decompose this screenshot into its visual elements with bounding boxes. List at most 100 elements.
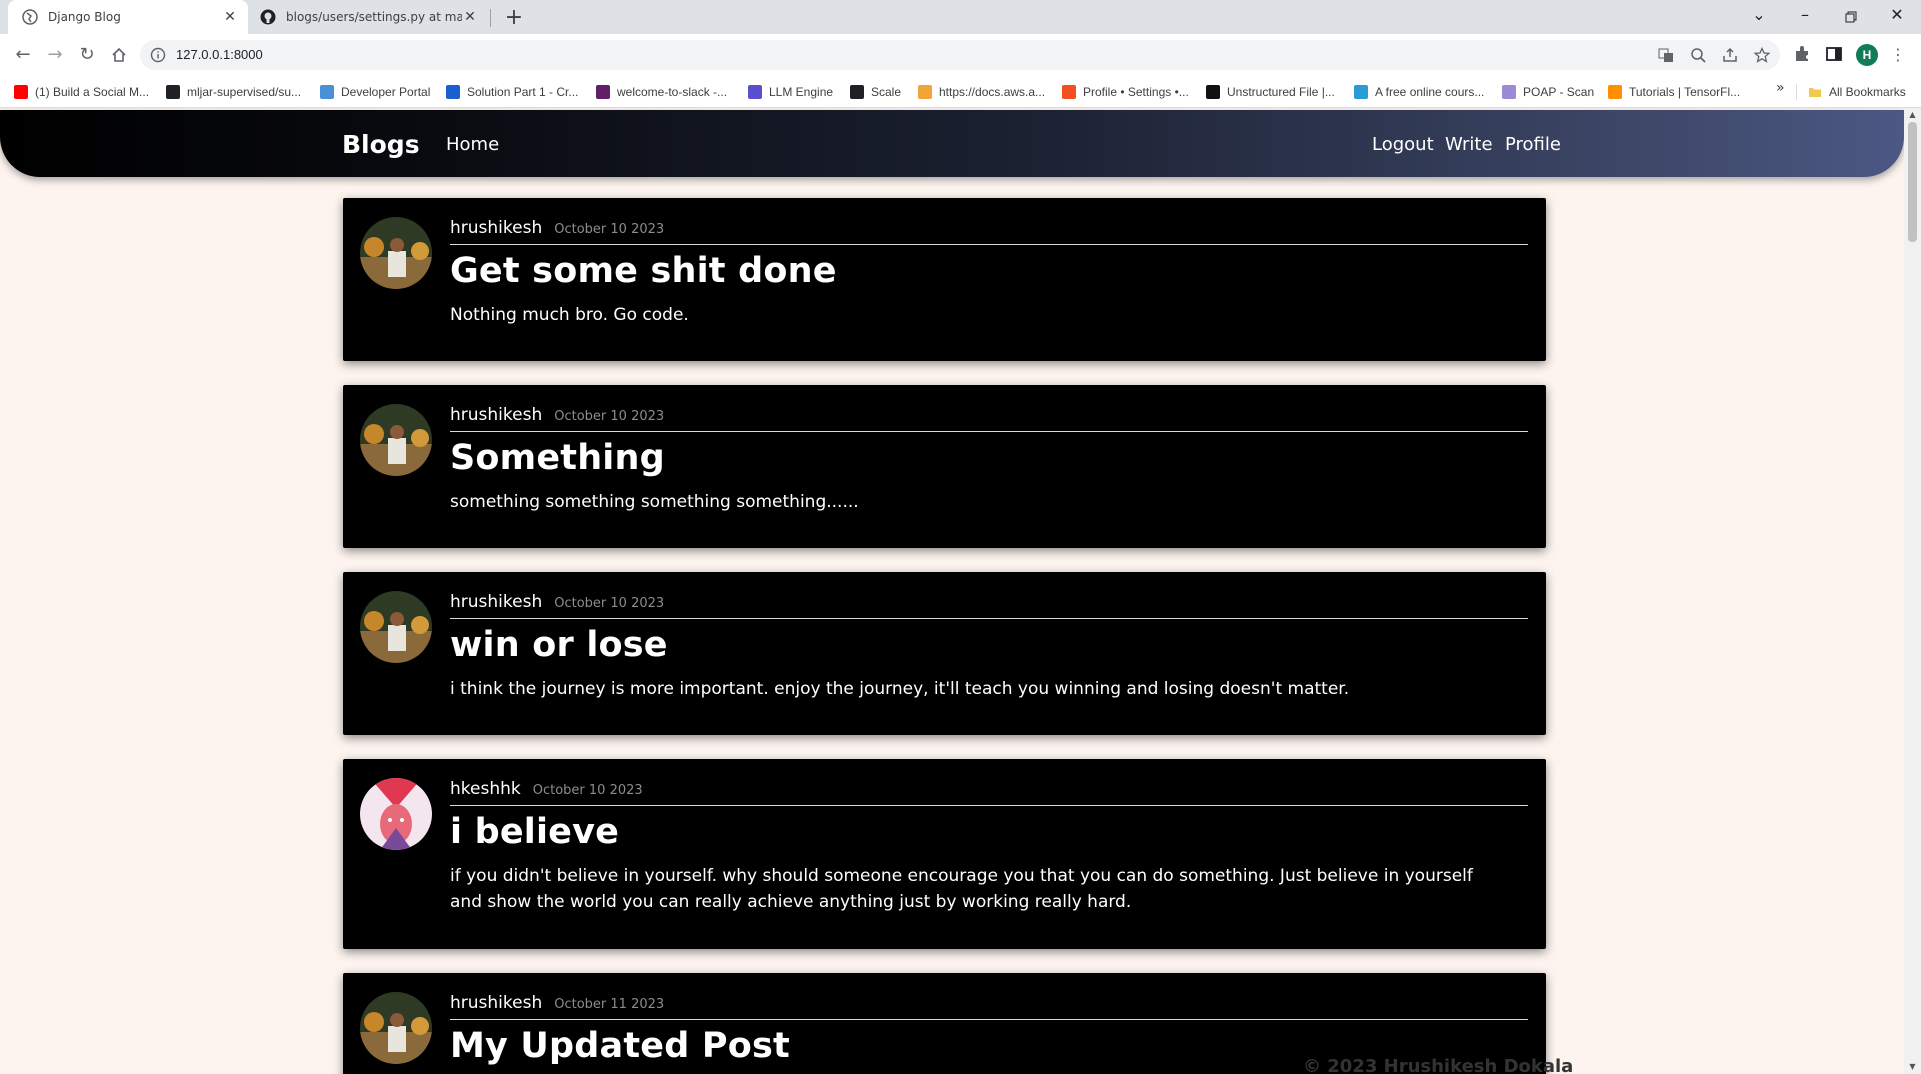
post-card[interactable]: hrushikesh October 10 2023 win or lose i … bbox=[343, 572, 1546, 735]
bookmark-item[interactable]: mljar-supervised/su... bbox=[166, 82, 301, 102]
post-title[interactable]: My Updated Post bbox=[450, 1026, 790, 1066]
bookmark-label: LLM Engine bbox=[769, 85, 834, 99]
brand-logo[interactable]: Blogs bbox=[342, 130, 420, 159]
bookmark-item[interactable]: (1) Build a Social M... bbox=[14, 82, 149, 102]
bookmarks-overflow-button[interactable]: » bbox=[1776, 80, 1785, 96]
restore-icon[interactable] bbox=[1828, 0, 1874, 34]
bookmark-item[interactable]: LLM Engine bbox=[748, 82, 833, 102]
post-date: October 10 2023 bbox=[554, 596, 665, 611]
bookmark-label: (1) Build a Social M... bbox=[35, 85, 150, 99]
portal-icon bbox=[320, 85, 334, 99]
post-body: i think the journey is more important. e… bbox=[450, 679, 1350, 699]
bookmark-item[interactable]: https://docs.aws.a... bbox=[918, 82, 1045, 102]
bookmark-item[interactable]: A free online cours... bbox=[1354, 82, 1484, 102]
post-title[interactable]: i believe bbox=[450, 812, 619, 852]
minimize-icon[interactable]: – bbox=[1782, 0, 1828, 34]
tab-django-blog[interactable]: Django Blog ✕ bbox=[8, 0, 248, 34]
bookmark-item[interactable]: Profile • Settings •... bbox=[1062, 82, 1189, 102]
page-scrollbar[interactable]: ▲ ▼ bbox=[1904, 108, 1921, 1074]
tensorflow-icon bbox=[1608, 85, 1622, 99]
star-icon[interactable] bbox=[1754, 47, 1770, 63]
nav-profile-link[interactable]: Profile bbox=[1505, 134, 1561, 155]
post-meta: hkeshhk October 10 2023 bbox=[450, 779, 1528, 806]
post-author[interactable]: hrushikesh bbox=[450, 592, 542, 612]
bookmark-item[interactable]: Scale bbox=[850, 82, 901, 102]
post-title[interactable]: win or lose bbox=[450, 625, 668, 665]
bookmarks-separator bbox=[1796, 84, 1797, 100]
post-title[interactable]: Get some shit done bbox=[450, 251, 837, 291]
extensions-icon[interactable] bbox=[1792, 44, 1812, 64]
forward-icon[interactable]: → bbox=[42, 42, 68, 68]
bookmark-label: welcome-to-slack -... bbox=[617, 85, 728, 99]
microsoft-icon bbox=[1062, 85, 1076, 99]
github-icon bbox=[260, 9, 276, 25]
bookmark-label: POAP - Scan bbox=[1523, 85, 1595, 99]
post-card[interactable]: hrushikesh October 10 2023 Something some… bbox=[343, 385, 1546, 548]
scroll-down-icon[interactable]: ▼ bbox=[1904, 1060, 1921, 1074]
post-date: October 10 2023 bbox=[532, 783, 643, 798]
bookmark-item[interactable]: POAP - Scan bbox=[1502, 82, 1594, 102]
post-author[interactable]: hrushikesh bbox=[450, 405, 542, 425]
bookmark-label: Developer Portal bbox=[341, 85, 431, 99]
translate-icon[interactable] bbox=[1658, 47, 1674, 63]
nav-logout-link[interactable]: Logout bbox=[1372, 134, 1434, 155]
bookmark-item[interactable]: welcome-to-slack -... bbox=[596, 82, 727, 102]
menu-icon[interactable]: ⋮ bbox=[1890, 42, 1906, 68]
post-author[interactable]: hkeshhk bbox=[450, 779, 521, 799]
post-title[interactable]: Something bbox=[450, 438, 665, 478]
tab-search-icon[interactable]: ⌄ bbox=[1736, 0, 1782, 34]
person-photo-icon bbox=[360, 992, 432, 1064]
author-avatar[interactable] bbox=[360, 404, 432, 476]
close-icon[interactable]: ✕ bbox=[222, 9, 238, 25]
author-avatar[interactable] bbox=[360, 778, 432, 850]
footer-copyright: © 2023 Hrushikesh Dokala bbox=[1303, 1056, 1574, 1074]
post-body: if you didn't believe in yourself. why s… bbox=[450, 866, 1473, 912]
scrollbar-thumb[interactable] bbox=[1908, 122, 1917, 242]
zoom-icon[interactable] bbox=[1690, 47, 1706, 63]
tab-title: blogs/users/settings.py at main bbox=[286, 10, 462, 24]
post-date: October 11 2023 bbox=[554, 997, 665, 1012]
post-card[interactable]: hrushikesh October 10 2023 Get some shit … bbox=[343, 198, 1546, 361]
close-window-icon[interactable]: ✕ bbox=[1874, 0, 1920, 34]
bookmark-label: Unstructured File |... bbox=[1227, 85, 1335, 99]
post-date: October 10 2023 bbox=[554, 409, 665, 424]
author-avatar[interactable] bbox=[360, 591, 432, 663]
bookmark-item[interactable]: Tutorials | TensorFl... bbox=[1608, 82, 1740, 102]
post-author[interactable]: hrushikesh bbox=[450, 993, 542, 1013]
nav-home-link[interactable]: Home bbox=[446, 134, 499, 155]
all-bookmarks-label: All Bookmarks bbox=[1829, 85, 1906, 99]
bookmark-label: Solution Part 1 - Cr... bbox=[467, 85, 579, 99]
author-avatar[interactable] bbox=[360, 217, 432, 289]
bookmark-label: Tutorials | TensorFl... bbox=[1629, 85, 1741, 99]
nav-write-link[interactable]: Write bbox=[1445, 134, 1493, 155]
post-meta: hrushikesh October 10 2023 bbox=[450, 592, 1528, 619]
bookmark-item[interactable]: Developer Portal bbox=[320, 82, 430, 102]
back-icon[interactable]: ← bbox=[10, 42, 36, 68]
close-icon[interactable]: ✕ bbox=[462, 9, 478, 25]
scroll-up-icon[interactable]: ▲ bbox=[1904, 108, 1921, 122]
unstructured-icon bbox=[1206, 85, 1220, 99]
tab-github-settings[interactable]: blogs/users/settings.py at main ✕ bbox=[252, 0, 488, 34]
profile-avatar[interactable]: H bbox=[1856, 44, 1878, 66]
info-icon[interactable] bbox=[150, 47, 166, 63]
poap-icon bbox=[1502, 85, 1516, 99]
all-bookmarks-folder[interactable]: All Bookmarks bbox=[1808, 82, 1906, 102]
side-panel-icon[interactable] bbox=[1824, 44, 1844, 64]
globe-icon bbox=[22, 9, 38, 25]
post-card[interactable]: hkeshhk October 10 2023 i believe if you … bbox=[343, 759, 1546, 949]
github-icon bbox=[166, 85, 180, 99]
youtube-icon bbox=[14, 85, 28, 99]
address-bar[interactable]: 127.0.0.1:8000 bbox=[140, 40, 1780, 70]
bookmark-label: https://docs.aws.a... bbox=[939, 85, 1046, 99]
post-author[interactable]: hrushikesh bbox=[450, 218, 542, 238]
reload-icon[interactable]: ↻ bbox=[74, 42, 100, 68]
url-text[interactable]: 127.0.0.1:8000 bbox=[176, 40, 263, 70]
new-tab-button[interactable]: + bbox=[500, 4, 528, 32]
author-avatar[interactable] bbox=[360, 992, 432, 1064]
share-icon[interactable] bbox=[1722, 47, 1738, 63]
bookmark-item[interactable]: Solution Part 1 - Cr... bbox=[446, 82, 578, 102]
bookmark-item[interactable]: Unstructured File |... bbox=[1206, 82, 1335, 102]
site-navbar: Blogs Home Logout Write Profile bbox=[0, 110, 1904, 177]
home-icon[interactable] bbox=[106, 42, 132, 68]
bookmark-label: A free online cours... bbox=[1375, 85, 1485, 99]
